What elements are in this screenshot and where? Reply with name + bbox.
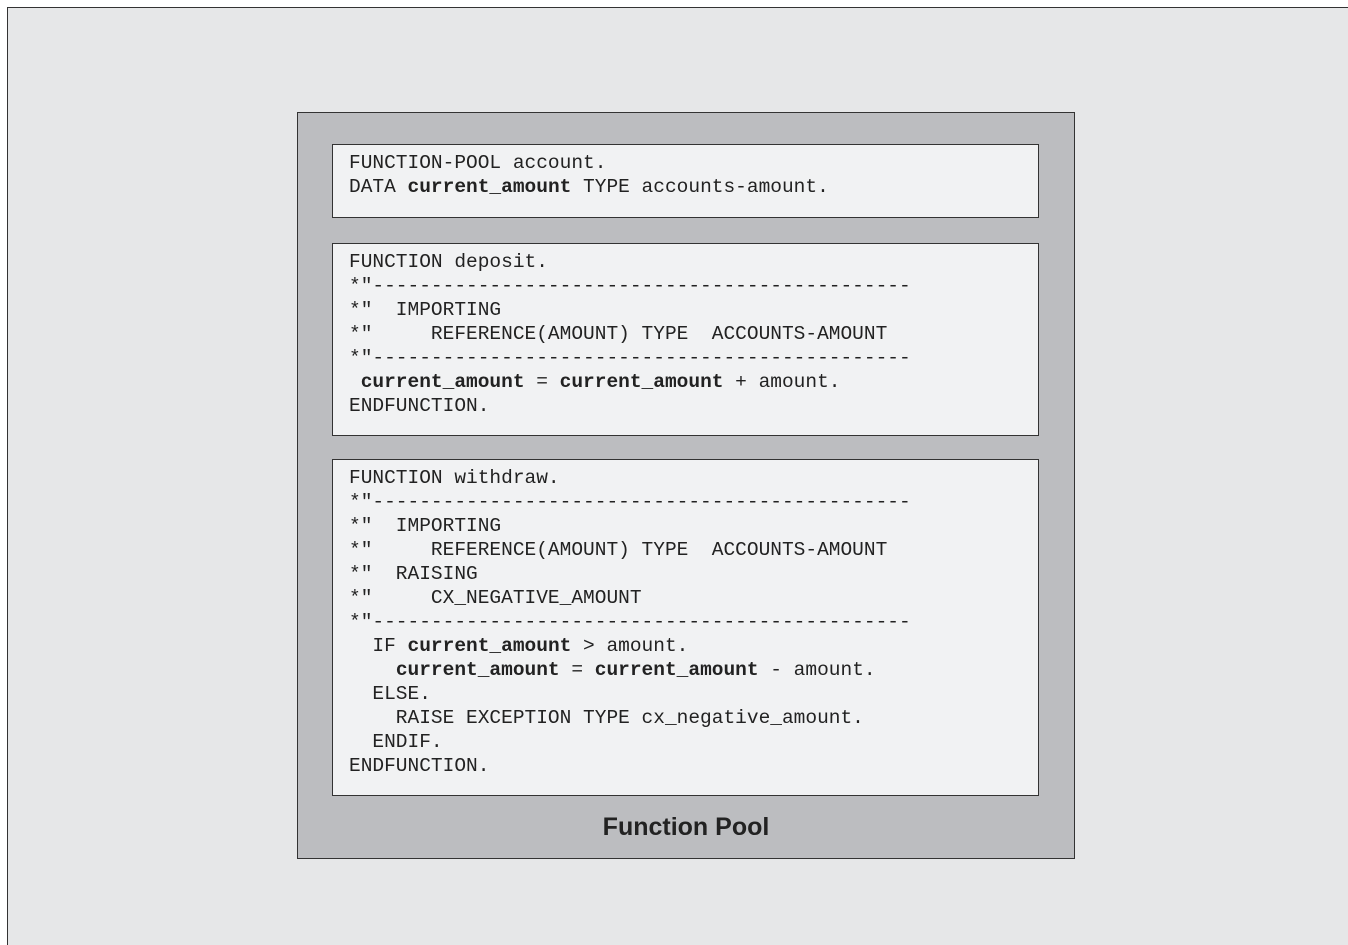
diagram-frame: FUNCTION-POOL account. DATA current_amoun…: [7, 7, 1348, 945]
code-text: RAISE EXCEPTION TYPE cx_negative_amount.: [349, 707, 864, 729]
code-identifier: current_amount: [559, 371, 724, 393]
code-line: *"--------------------------------------…: [349, 610, 1038, 634]
code-line: ENDFUNCTION.: [349, 754, 1038, 778]
code-line: *" RAISING: [349, 562, 1038, 586]
code-line: *" IMPORTING: [349, 514, 1038, 538]
code-text: *" REFERENCE(AMOUNT) TYPE ACCOUNTS-AMOUN…: [349, 323, 888, 345]
function-pool-container: FUNCTION-POOL account. DATA current_amoun…: [297, 112, 1075, 859]
code-text: *"--------------------------------------…: [349, 491, 911, 513]
code-line: *" CX_NEGATIVE_AMOUNT: [349, 586, 1038, 610]
code-block-global-data: FUNCTION-POOL account. DATA current_amoun…: [332, 144, 1039, 218]
code-line: *" IMPORTING: [349, 298, 1038, 322]
code-line: IF current_amount > amount.: [349, 634, 1038, 658]
code-line: ENDIF.: [349, 730, 1038, 754]
code-text: IF: [349, 635, 408, 657]
code-line: current_amount = current_amount - amount…: [349, 658, 1038, 682]
code-text: > amount.: [571, 635, 689, 657]
code-identifier: current_amount: [594, 659, 759, 681]
code-line: RAISE EXCEPTION TYPE cx_negative_amount.: [349, 706, 1038, 730]
code-text: *" RAISING: [349, 563, 478, 585]
code-block-function-withdraw: FUNCTION withdraw. *"--------------------…: [332, 459, 1039, 796]
code-line: current_amount = current_amount + amount…: [349, 370, 1038, 394]
code-text: + amount.: [723, 371, 841, 393]
code-text: FUNCTION withdraw.: [349, 467, 560, 489]
code-line: *" REFERENCE(AMOUNT) TYPE ACCOUNTS-AMOUN…: [349, 322, 1038, 346]
code-text: FUNCTION deposit.: [349, 251, 548, 273]
code-text: *" CX_NEGATIVE_AMOUNT: [349, 587, 642, 609]
code-text: *" IMPORTING: [349, 299, 502, 321]
code-text: *" IMPORTING: [349, 515, 502, 537]
code-block-function-deposit: FUNCTION deposit. *"---------------------…: [332, 243, 1039, 436]
code-text: ENDIF.: [349, 731, 443, 753]
code-text: ENDFUNCTION.: [349, 755, 490, 777]
code-text: =: [524, 371, 560, 393]
code-line: *"--------------------------------------…: [349, 274, 1038, 298]
code-line: ELSE.: [349, 682, 1038, 706]
code-line: DATA current_amount TYPE accounts-amount…: [349, 175, 1038, 199]
code-text: DATA: [349, 176, 408, 198]
function-pool-label: Function Pool: [602, 813, 770, 841]
code-text: *"--------------------------------------…: [349, 347, 911, 369]
code-line: *"--------------------------------------…: [349, 490, 1038, 514]
code-identifier: current_amount: [360, 371, 525, 393]
code-identifier: current_amount: [407, 176, 572, 198]
code-text: FUNCTION-POOL account.: [349, 152, 607, 174]
code-line: *"--------------------------------------…: [349, 346, 1038, 370]
code-text: *"--------------------------------------…: [349, 611, 911, 633]
code-text: - amount.: [758, 659, 876, 681]
code-identifier: current_amount: [395, 659, 560, 681]
code-text: *" REFERENCE(AMOUNT) TYPE ACCOUNTS-AMOUN…: [349, 539, 888, 561]
code-line: FUNCTION withdraw.: [349, 466, 1038, 490]
code-text: ENDFUNCTION.: [349, 395, 490, 417]
code-line: FUNCTION deposit.: [349, 250, 1038, 274]
code-line: *" REFERENCE(AMOUNT) TYPE ACCOUNTS-AMOUN…: [349, 538, 1038, 562]
code-text: ELSE.: [349, 683, 431, 705]
code-line: FUNCTION-POOL account.: [349, 151, 1038, 175]
code-text: TYPE accounts-amount.: [571, 176, 829, 198]
code-identifier: current_amount: [407, 635, 572, 657]
code-line: ENDFUNCTION.: [349, 394, 1038, 418]
code-text: =: [559, 659, 595, 681]
code-text: *"--------------------------------------…: [349, 275, 911, 297]
